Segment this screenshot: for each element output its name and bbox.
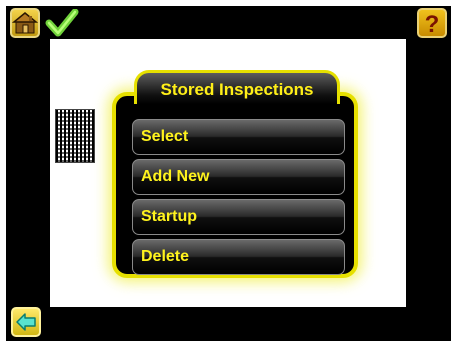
dialog-title: Stored Inspections	[134, 70, 340, 104]
delete-button[interactable]: Delete	[132, 239, 345, 275]
datamatrix-code-image	[55, 109, 95, 163]
stored-inspections-menu: Select Add New Startup Delete	[132, 119, 345, 275]
device-screen: ? Stored Inspections Select Add New Star…	[6, 6, 451, 341]
select-button[interactable]: Select	[132, 119, 345, 155]
add-new-button[interactable]: Add New	[132, 159, 345, 195]
home-button[interactable]	[10, 8, 40, 38]
back-arrow-icon	[16, 313, 36, 331]
svg-text:?: ?	[425, 11, 440, 36]
startup-button[interactable]: Startup	[132, 199, 345, 235]
question-mark-icon: ?	[425, 11, 440, 38]
home-icon	[11, 12, 39, 34]
back-button[interactable]	[11, 307, 41, 337]
help-button[interactable]: ?	[417, 8, 447, 38]
checkmark-icon	[45, 9, 79, 37]
